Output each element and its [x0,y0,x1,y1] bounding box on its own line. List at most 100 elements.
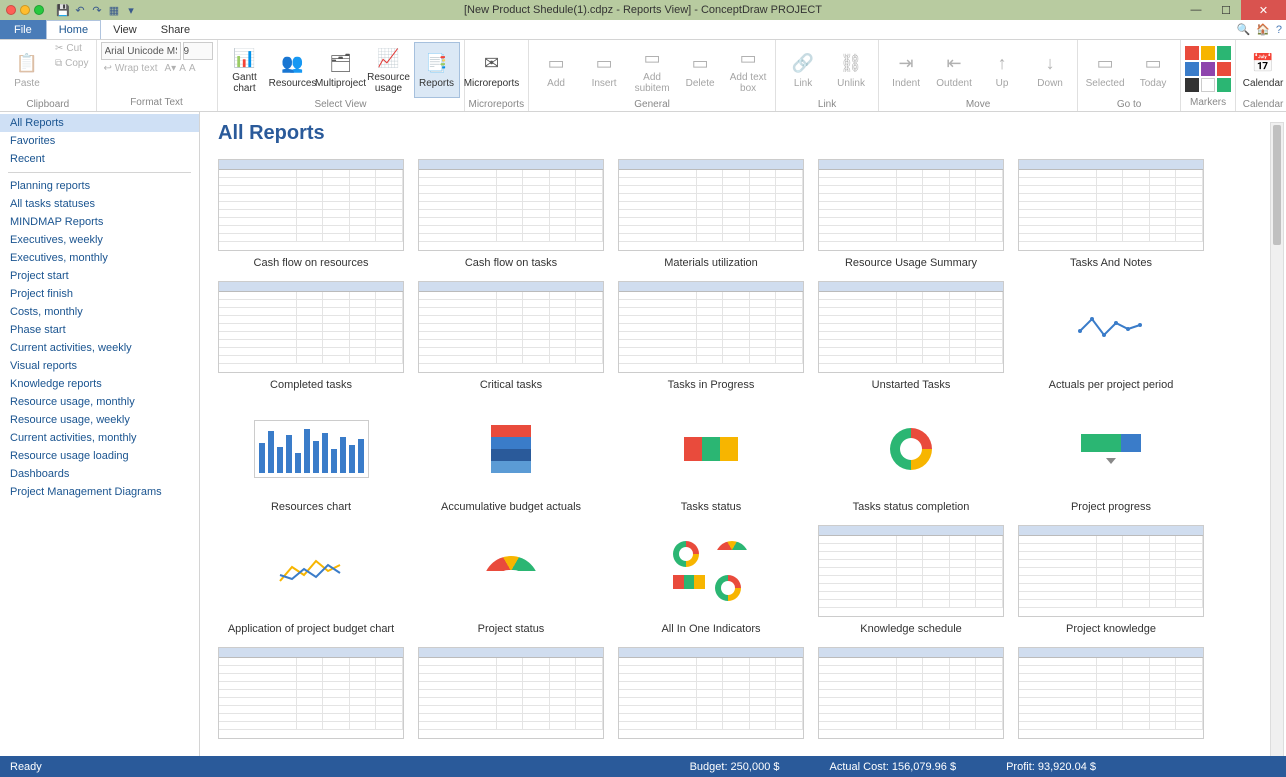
multiproject-button[interactable]: 🗂Multiproject [318,42,364,98]
scrollbar-thumb[interactable] [1273,125,1281,245]
minimize-button[interactable]: — [1181,0,1211,20]
selected-button[interactable]: ▭Selected [1082,42,1128,98]
sidebar-item-recent[interactable]: Recent [0,150,199,168]
home-icon[interactable]: 🏠 [1256,23,1270,36]
wrap-text-button[interactable]: ↩Wrap text A▾ A A [101,62,199,75]
sidebar-item-current-activities-weekly[interactable]: Current activities, weekly [0,339,199,357]
indent-button[interactable]: ⇥Indent [883,42,929,98]
report-tile-tasks-and-notes[interactable]: Tasks And Notes [1018,159,1204,269]
report-tile-row23[interactable] [818,647,1004,745]
down-button[interactable]: ↓Down [1027,42,1073,98]
outdent-button[interactable]: ⇤Outdent [931,42,977,98]
sidebar-item-resource-usage-loading[interactable]: Resource usage loading [0,447,199,465]
report-tile-tasks-status[interactable]: Tasks status [618,403,804,513]
mac-zoom-icon[interactable] [34,5,44,15]
report-tile-application-of-project-budget-chart[interactable]: Application of project budget chart [218,525,404,635]
sidebar-item-project-finish[interactable]: Project finish [0,285,199,303]
cut-button[interactable]: ✂Cut [52,42,92,55]
status-profit: Profit: 93,920.04 $ [1006,761,1096,773]
report-tile-resources-chart[interactable]: Resources chart [218,403,404,513]
sidebar-item-project-management-diagrams[interactable]: Project Management Diagrams [0,483,199,501]
sidebar-item-current-activities-monthly[interactable]: Current activities, monthly [0,429,199,447]
mac-minimize-icon[interactable] [20,5,30,15]
sidebar-item-knowledge-reports[interactable]: Knowledge reports [0,375,199,393]
vertical-scrollbar[interactable] [1270,122,1284,766]
sidebar-item-dashboards[interactable]: Dashboards [0,465,199,483]
report-tile-label: Tasks status [681,501,742,513]
mac-close-icon[interactable] [6,5,16,15]
qat-redo-icon[interactable]: ↷ [90,3,104,17]
up-button[interactable]: ↑Up [979,42,1025,98]
report-tile-materials-utilization[interactable]: Materials utilization [618,159,804,269]
calendar-button[interactable]: 📅Calendar [1240,42,1286,98]
qat-save-icon[interactable]: 💾 [56,3,70,17]
maximize-button[interactable]: ☐ [1211,0,1241,20]
report-tile-project-knowledge[interactable]: Project knowledge [1018,525,1204,635]
sidebar-item-resource-usage-monthly[interactable]: Resource usage, monthly [0,393,199,411]
sidebar-item-project-start[interactable]: Project start [0,267,199,285]
font-size-select[interactable] [183,42,213,60]
search-icon[interactable]: 🔍 [1236,23,1250,36]
file-menu[interactable]: File [0,20,46,39]
report-tile-cash-flow-on-resources[interactable]: Cash flow on resources [218,159,404,269]
qat-undo-icon[interactable]: ↶ [73,3,87,17]
link-button[interactable]: 🔗Link [780,42,826,98]
sidebar-item-phase-start[interactable]: Phase start [0,321,199,339]
qat-doc-icon[interactable]: ▦ [107,3,121,17]
font-color-icon[interactable]: A▾ [165,63,177,74]
today-button[interactable]: ▭Today [1130,42,1176,98]
report-tile-critical-tasks[interactable]: Critical tasks [418,281,604,391]
font-smaller-icon[interactable]: A [179,63,186,74]
report-tile-resource-usage-summary[interactable]: Resource Usage Summary [818,159,1004,269]
close-button[interactable]: ✕ [1241,0,1286,20]
report-tile-actuals-per-project-period[interactable]: Actuals per project period [1018,281,1204,391]
sidebar-item-costs-monthly[interactable]: Costs, monthly [0,303,199,321]
report-tile-unstarted-tasks[interactable]: Unstarted Tasks [818,281,1004,391]
font-family-select[interactable] [101,42,181,60]
report-tile-row24[interactable] [1018,647,1204,745]
reports-button[interactable]: 📑Reports [414,42,460,98]
report-tile-row20[interactable] [218,647,404,745]
copy-button[interactable]: ⧉Copy [52,57,92,70]
qat-more-icon[interactable]: ▾ [124,3,138,17]
add-textbox-button[interactable]: ▭Add text box [725,42,771,98]
help-icon[interactable]: ? [1276,24,1282,36]
sidebar-item-mindmap-reports[interactable]: MINDMAP Reports [0,213,199,231]
sidebar-item-executives-monthly[interactable]: Executives, monthly [0,249,199,267]
sidebar: All ReportsFavoritesRecent Planning repo… [0,112,200,776]
sidebar-item-resource-usage-weekly[interactable]: Resource usage, weekly [0,411,199,429]
insert-button[interactable]: ▭Insert [581,42,627,98]
report-tile-tasks-in-progress[interactable]: Tasks in Progress [618,281,804,391]
report-tile-project-status[interactable]: Project status [418,525,604,635]
report-tile-tasks-status-completion[interactable]: Tasks status completion [818,403,1004,513]
sidebar-item-favorites[interactable]: Favorites [0,132,199,150]
tab-home[interactable]: Home [46,20,101,39]
add-subitem-button[interactable]: ▭Add subitem [629,42,675,98]
paste-button[interactable]: 📋 Paste [4,42,50,98]
sidebar-item-all-tasks-statuses[interactable]: All tasks statuses [0,195,199,213]
add-button[interactable]: ▭Add [533,42,579,98]
report-tile-project-progress[interactable]: Project progress [1018,403,1204,513]
report-tile-accumulative-budget-actuals[interactable]: Accumulative budget actuals [418,403,604,513]
markers-grid[interactable] [1185,46,1231,92]
resource-usage-button[interactable]: 📈Resource usage [366,42,412,98]
sidebar-item-planning-reports[interactable]: Planning reports [0,177,199,195]
report-tile-all-in-one-indicators[interactable]: All In One Indicators [618,525,804,635]
sidebar-item-executives-weekly[interactable]: Executives, weekly [0,231,199,249]
font-larger-icon[interactable]: A [189,63,196,74]
delete-button[interactable]: ▭Delete [677,42,723,98]
tab-view[interactable]: View [101,20,149,39]
gantt-chart-button[interactable]: 📊Gantt chart [222,42,268,98]
report-tile-row21[interactable] [418,647,604,745]
sidebar-item-all-reports[interactable]: All Reports [0,114,199,132]
unlink-button[interactable]: ⛓Unlink [828,42,874,98]
report-tile-knowledge-schedule[interactable]: Knowledge schedule [818,525,1004,635]
page-title: All Reports [218,122,1268,145]
tab-share[interactable]: Share [149,20,202,39]
resources-button[interactable]: 👥Resources [270,42,316,98]
microreports-button[interactable]: ✉Microreports [469,42,515,98]
sidebar-item-visual-reports[interactable]: Visual reports [0,357,199,375]
report-tile-completed-tasks[interactable]: Completed tasks [218,281,404,391]
report-tile-cash-flow-on-tasks[interactable]: Cash flow on tasks [418,159,604,269]
report-tile-row22[interactable] [618,647,804,745]
